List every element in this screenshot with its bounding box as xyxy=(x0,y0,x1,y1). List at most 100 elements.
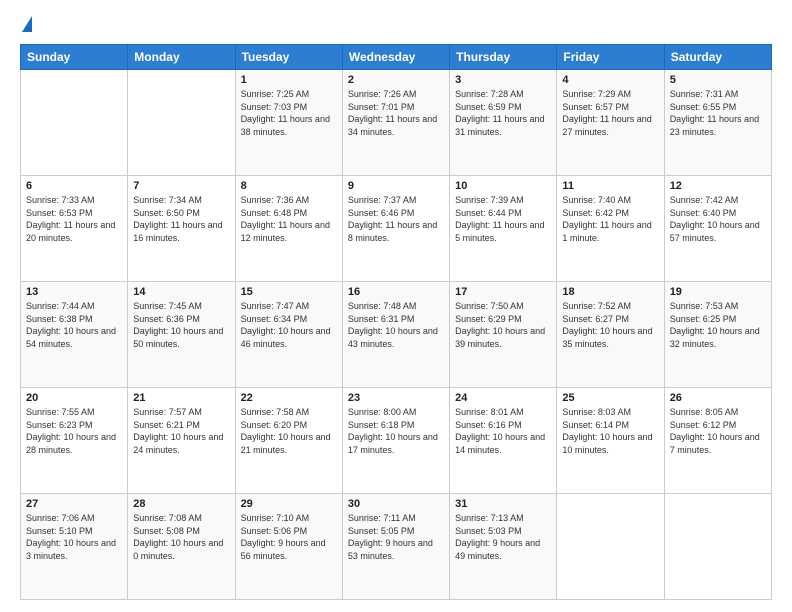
calendar-day-header: Monday xyxy=(128,45,235,70)
day-info: Sunrise: 7:52 AMSunset: 6:27 PMDaylight:… xyxy=(562,300,658,350)
calendar-cell: 29Sunrise: 7:10 AMSunset: 5:06 PMDayligh… xyxy=(235,494,342,600)
day-number: 14 xyxy=(133,286,229,298)
calendar-day-header: Tuesday xyxy=(235,45,342,70)
calendar-day-header: Wednesday xyxy=(342,45,449,70)
calendar-cell: 26 Sunrise: 8:05 AMSunset: 6:12 PMDayligh… xyxy=(664,388,771,494)
day-info: Sunrise: 7:11 AMSunset: 5:05 PMDaylight:… xyxy=(348,512,444,562)
calendar-cell: 1 Sunrise: 7:25 AMSunset: 7:03 PMDaylight… xyxy=(235,70,342,176)
day-number: 16 xyxy=(348,286,444,298)
day-number: 6 xyxy=(26,180,122,192)
day-info: Sunrise: 7:48 AMSunset: 6:31 PMDaylight:… xyxy=(348,300,444,350)
calendar-cell: 3Sunrise: 7:28 AMSunset: 6:59 PMDaylight… xyxy=(450,70,557,176)
day-number: 18 xyxy=(562,286,658,298)
day-number: 9 xyxy=(348,180,444,192)
calendar-week-row: 1 Sunrise: 7:25 AMSunset: 7:03 PMDaylight… xyxy=(21,70,772,176)
calendar-cell: 27 Sunrise: 7:06 AMSunset: 5:10 PMDayligh… xyxy=(21,494,128,600)
page: SundayMondayTuesdayWednesdayThursdayFrid… xyxy=(0,0,792,612)
day-number: 10 xyxy=(455,180,551,192)
day-info: Sunrise: 7:31 AMSunset: 6:55 PMDaylight:… xyxy=(670,88,766,138)
calendar-week-row: 13 Sunrise: 7:44 AMSunset: 6:38 PMDayligh… xyxy=(21,282,772,388)
calendar-cell: 14 Sunrise: 7:45 AMSunset: 6:36 PMDayligh… xyxy=(128,282,235,388)
calendar-cell: 30 Sunrise: 7:11 AMSunset: 5:05 PMDayligh… xyxy=(342,494,449,600)
day-number: 22 xyxy=(241,392,337,404)
calendar-cell: 7Sunrise: 7:34 AMSunset: 6:50 PMDaylight… xyxy=(128,176,235,282)
day-info: Sunrise: 7:57 AMSunset: 6:21 PMDaylight:… xyxy=(133,406,229,456)
day-number: 3 xyxy=(455,74,551,86)
day-number: 20 xyxy=(26,392,122,404)
day-info: Sunrise: 7:42 AMSunset: 6:40 PMDaylight:… xyxy=(670,194,766,244)
calendar-cell: 18 Sunrise: 7:52 AMSunset: 6:27 PMDayligh… xyxy=(557,282,664,388)
day-info: Sunrise: 7:44 AMSunset: 6:38 PMDaylight:… xyxy=(26,300,122,350)
calendar-cell: 21 Sunrise: 7:57 AMSunset: 6:21 PMDayligh… xyxy=(128,388,235,494)
calendar-cell: 11 Sunrise: 7:40 AMSunset: 6:42 PMDayligh… xyxy=(557,176,664,282)
day-number: 5 xyxy=(670,74,766,86)
day-number: 13 xyxy=(26,286,122,298)
calendar-cell: 16 Sunrise: 7:48 AMSunset: 6:31 PMDayligh… xyxy=(342,282,449,388)
day-info: Sunrise: 7:55 AMSunset: 6:23 PMDaylight:… xyxy=(26,406,122,456)
day-number: 28 xyxy=(133,498,229,510)
calendar-day-header: Friday xyxy=(557,45,664,70)
day-number: 1 xyxy=(241,74,337,86)
day-info: Sunrise: 7:53 AMSunset: 6:25 PMDaylight:… xyxy=(670,300,766,350)
day-info: Sunrise: 8:03 AMSunset: 6:14 PMDaylight:… xyxy=(562,406,658,456)
calendar-cell: 9Sunrise: 7:37 AMSunset: 6:46 PMDaylight… xyxy=(342,176,449,282)
calendar-cell: 2 Sunrise: 7:26 AMSunset: 7:01 PMDaylight… xyxy=(342,70,449,176)
calendar-cell: 19Sunrise: 7:53 AMSunset: 6:25 PMDayligh… xyxy=(664,282,771,388)
day-info: Sunrise: 7:50 AMSunset: 6:29 PMDaylight:… xyxy=(455,300,551,350)
day-number: 11 xyxy=(562,180,658,192)
calendar-cell: 15 Sunrise: 7:47 AMSunset: 6:34 PMDayligh… xyxy=(235,282,342,388)
day-info: Sunrise: 7:26 AMSunset: 7:01 PMDaylight:… xyxy=(348,88,444,138)
calendar-cell: 20 Sunrise: 7:55 AMSunset: 6:23 PMDayligh… xyxy=(21,388,128,494)
calendar-day-header: Saturday xyxy=(664,45,771,70)
day-info: Sunrise: 8:01 AMSunset: 6:16 PMDaylight:… xyxy=(455,406,551,456)
calendar-cell xyxy=(664,494,771,600)
day-number: 29 xyxy=(241,498,337,510)
calendar-cell: 12 Sunrise: 7:42 AMSunset: 6:40 PMDayligh… xyxy=(664,176,771,282)
calendar-week-row: 6 Sunrise: 7:33 AMSunset: 6:53 PMDaylight… xyxy=(21,176,772,282)
logo xyxy=(20,16,32,34)
day-number: 2 xyxy=(348,74,444,86)
day-number: 30 xyxy=(348,498,444,510)
calendar-cell: 5 Sunrise: 7:31 AMSunset: 6:55 PMDaylight… xyxy=(664,70,771,176)
logo-triangle-icon xyxy=(22,16,32,32)
calendar-day-header: Sunday xyxy=(21,45,128,70)
calendar-cell: 23 Sunrise: 8:00 AMSunset: 6:18 PMDayligh… xyxy=(342,388,449,494)
day-number: 25 xyxy=(562,392,658,404)
day-info: Sunrise: 7:08 AMSunset: 5:08 PMDaylight:… xyxy=(133,512,229,562)
day-info: Sunrise: 8:05 AMSunset: 6:12 PMDaylight:… xyxy=(670,406,766,456)
day-info: Sunrise: 7:40 AMSunset: 6:42 PMDaylight:… xyxy=(562,194,658,244)
day-number: 23 xyxy=(348,392,444,404)
day-info: Sunrise: 7:33 AMSunset: 6:53 PMDaylight:… xyxy=(26,194,122,244)
day-number: 21 xyxy=(133,392,229,404)
day-info: Sunrise: 7:58 AMSunset: 6:20 PMDaylight:… xyxy=(241,406,337,456)
day-info: Sunrise: 7:25 AMSunset: 7:03 PMDaylight:… xyxy=(241,88,337,138)
day-number: 27 xyxy=(26,498,122,510)
day-info: Sunrise: 7:47 AMSunset: 6:34 PMDaylight:… xyxy=(241,300,337,350)
calendar-week-row: 27 Sunrise: 7:06 AMSunset: 5:10 PMDayligh… xyxy=(21,494,772,600)
calendar-cell: 25 Sunrise: 8:03 AMSunset: 6:14 PMDayligh… xyxy=(557,388,664,494)
calendar-cell xyxy=(21,70,128,176)
day-info: Sunrise: 7:34 AMSunset: 6:50 PMDaylight:… xyxy=(133,194,229,244)
day-number: 31 xyxy=(455,498,551,510)
calendar-cell: 22 Sunrise: 7:58 AMSunset: 6:20 PMDayligh… xyxy=(235,388,342,494)
calendar-table: SundayMondayTuesdayWednesdayThursdayFrid… xyxy=(20,44,772,600)
calendar-cell: 31Sunrise: 7:13 AMSunset: 5:03 PMDayligh… xyxy=(450,494,557,600)
day-number: 4 xyxy=(562,74,658,86)
calendar-cell: 10 Sunrise: 7:39 AMSunset: 6:44 PMDayligh… xyxy=(450,176,557,282)
day-number: 12 xyxy=(670,180,766,192)
calendar-cell: 4Sunrise: 7:29 AMSunset: 6:57 PMDaylight… xyxy=(557,70,664,176)
day-info: Sunrise: 7:06 AMSunset: 5:10 PMDaylight:… xyxy=(26,512,122,562)
day-info: Sunrise: 8:00 AMSunset: 6:18 PMDaylight:… xyxy=(348,406,444,456)
calendar-cell: 8Sunrise: 7:36 AMSunset: 6:48 PMDaylight… xyxy=(235,176,342,282)
calendar-cell xyxy=(128,70,235,176)
day-info: Sunrise: 7:39 AMSunset: 6:44 PMDaylight:… xyxy=(455,194,551,244)
day-number: 26 xyxy=(670,392,766,404)
calendar-week-row: 20 Sunrise: 7:55 AMSunset: 6:23 PMDayligh… xyxy=(21,388,772,494)
calendar-cell: 17Sunrise: 7:50 AMSunset: 6:29 PMDayligh… xyxy=(450,282,557,388)
day-number: 24 xyxy=(455,392,551,404)
calendar-day-header: Thursday xyxy=(450,45,557,70)
calendar-cell xyxy=(557,494,664,600)
day-info: Sunrise: 7:45 AMSunset: 6:36 PMDaylight:… xyxy=(133,300,229,350)
calendar-cell: 28 Sunrise: 7:08 AMSunset: 5:08 PMDayligh… xyxy=(128,494,235,600)
day-number: 15 xyxy=(241,286,337,298)
